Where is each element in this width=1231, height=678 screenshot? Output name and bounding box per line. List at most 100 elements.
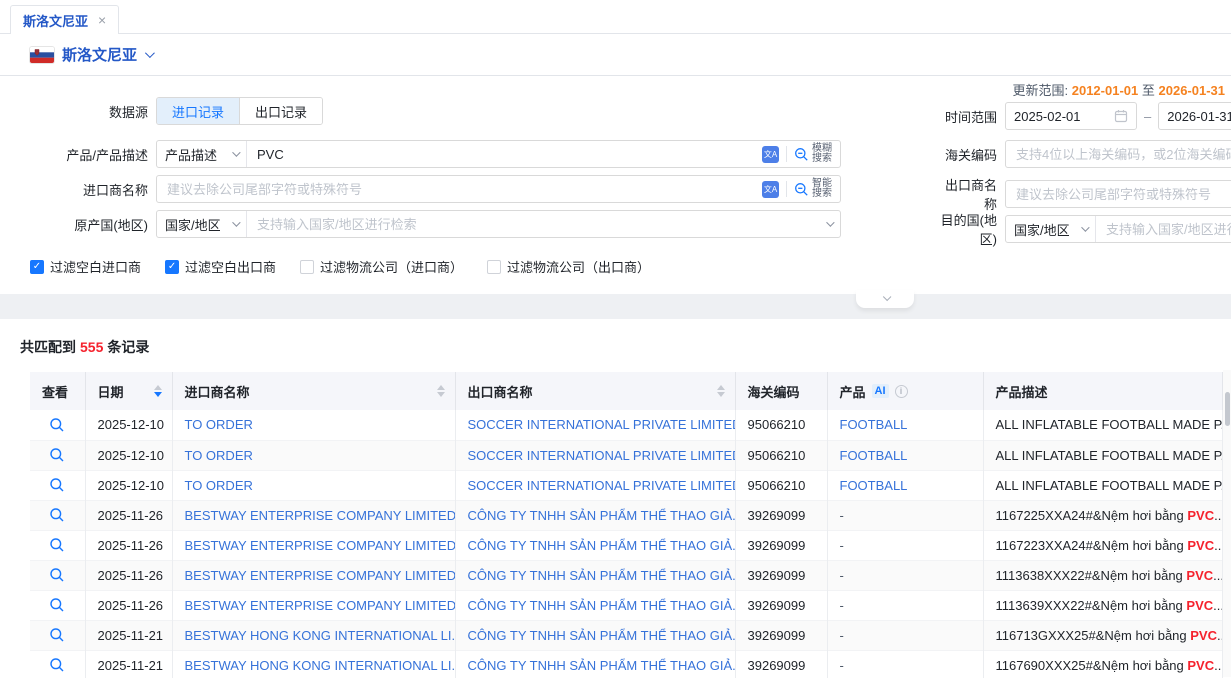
product-link[interactable]: - [840,598,844,613]
filter-checkbox-row: ✓ 过滤空白进口商 ✓ 过滤空白出口商 ✓ 过滤物流公司（进口商） ✓ 过滤物流… [30,257,650,276]
magnifier-icon [794,182,809,197]
exporter-link[interactable]: CÔNG TY TNHH SẢN PHẨM THỂ THAO GIẢ... [468,628,736,643]
importer-link[interactable]: BESTWAY HONG KONG INTERNATIONAL LI... [185,628,456,643]
cell-hs-code: 39269099 [735,530,827,560]
tab-close-icon[interactable]: × [98,13,106,27]
tab-import-records[interactable]: 进口记录 [157,98,239,124]
checkbox-filter-blank-importer[interactable]: ✓ 过滤空白进口商 [30,257,141,276]
product-link[interactable]: FOOTBALL [840,417,908,432]
date-from-input[interactable]: 2025-02-01 [1005,102,1137,130]
product-link[interactable]: - [840,508,844,523]
exporter-link[interactable]: CÔNG TY TNHH SẢN PHẨM THỂ THAO GIẢ... [468,568,736,583]
view-record-icon[interactable] [49,537,65,553]
table-row: 2025-11-21 BESTWAY HONG KONG INTERNATION… [30,650,1222,678]
view-record-icon[interactable] [49,477,65,493]
product-link[interactable]: - [840,658,844,673]
exporter-link[interactable]: CÔNG TY TNHH SẢN PHẨM THỂ THAO GIẢ... [468,658,736,673]
importer-search-control: 文A 智能 搜索 [156,175,841,203]
importer-link[interactable]: BESTWAY ENTERPRISE COMPANY LIMITED [185,598,456,613]
column-header-label: 日期 [98,382,124,401]
checkbox-filter-logistics-importer[interactable]: ✓ 过滤物流公司（进口商） [300,257,463,276]
description-highlight: PVC [1187,508,1214,523]
checkbox-filter-logistics-exporter[interactable]: ✓ 过滤物流公司（出口商） [487,257,650,276]
exporter-link[interactable]: CÔNG TY TNHH SẢN PHẨM THỂ THAO GIẢ... [468,508,736,523]
smart-search-button[interactable]: 智能 搜索 [794,179,832,200]
filter-panel: 更新范围: 2012-01-01 至 2026-01-31 数据源 进口记录 出… [0,76,1231,294]
view-record-icon[interactable] [49,597,65,613]
cell-hs-code: 39269099 [735,650,827,678]
cell-description: 1113639XXX22#&Nệm hơi bằng PVC... [983,590,1222,620]
checkbox-icon: ✓ [30,260,44,274]
destination-country-type-value: 国家/地区 [1014,220,1070,239]
product-link[interactable]: - [840,568,844,583]
cell-hs-code: 39269099 [735,500,827,530]
tab-export-records[interactable]: 出口记录 [239,98,322,124]
importer-name-input[interactable] [157,176,754,202]
product-link[interactable]: FOOTBALL [840,478,908,493]
exporter-link[interactable]: SOCCER INTERNATIONAL PRIVATE LIMITED [468,448,736,463]
product-type-select[interactable]: 产品描述 [157,141,247,167]
column-header-date[interactable]: 日期 [85,372,172,410]
product-link[interactable]: - [840,628,844,643]
column-header-importer[interactable]: 进口商名称 [172,372,455,410]
chevron-down-icon[interactable] [145,48,155,58]
chevron-down-icon[interactable] [826,218,834,226]
cell-description: 1167690XXX25#&Nệm hơi bằng PVC... [983,650,1222,678]
table-row: 2025-12-10 TO ORDER SOCCER INTERNATIONAL… [30,410,1222,440]
collapse-filters-button[interactable] [856,290,914,308]
importer-link[interactable]: BESTWAY ENTERPRISE COMPANY LIMITED [185,508,456,523]
column-header-description: 产品描述 [983,372,1222,410]
column-header-exporter[interactable]: 出口商名称 [455,372,735,410]
origin-country-type-select[interactable]: 国家/地区 [157,211,247,237]
translate-icon[interactable]: 文A [762,146,779,163]
importer-link[interactable]: TO ORDER [185,478,253,493]
destination-country-label: 目的国(地区) [935,210,997,248]
hs-code-label: 海关编码 [935,145,997,164]
origin-country-input[interactable] [247,211,818,237]
tab-slovenia[interactable]: 斯洛文尼亚 × [10,5,119,34]
product-search-control: 产品描述 文A 模糊 搜索 [156,140,841,168]
calendar-icon [1114,109,1128,123]
info-icon[interactable]: i [895,385,908,398]
checkbox-filter-blank-exporter[interactable]: ✓ 过滤空白出口商 [165,257,276,276]
product-link[interactable]: - [840,538,844,553]
importer-link[interactable]: TO ORDER [185,417,253,432]
exporter-link[interactable]: CÔNG TY TNHH SẢN PHẨM THỂ THAO GIẢ... [468,598,736,613]
translate-icon[interactable]: 文A [762,181,779,198]
exporter-name-input[interactable] [1006,181,1231,207]
cell-hs-code: 39269099 [735,620,827,650]
column-header-label: 进口商名称 [185,382,250,401]
sort-icon-date[interactable] [154,385,162,397]
view-record-icon[interactable] [49,657,65,673]
exporter-link[interactable]: SOCCER INTERNATIONAL PRIVATE LIMITED [468,478,736,493]
importer-link[interactable]: BESTWAY ENTERPRISE COMPANY LIMITED [185,538,456,553]
exporter-link[interactable]: CÔNG TY TNHH SẢN PHẨM THỂ THAO GIẢ... [468,538,736,553]
vertical-scrollbar[interactable] [1223,370,1231,677]
fuzzy-search-button[interactable]: 模糊 搜索 [794,144,832,165]
destination-country-type-select[interactable]: 国家/地区 [1006,216,1096,242]
origin-country-type-value: 国家/地区 [165,215,221,234]
importer-link[interactable]: TO ORDER [185,448,253,463]
destination-country-input[interactable] [1096,216,1231,242]
product-link[interactable]: FOOTBALL [840,448,908,463]
description-highlight: PVC [1186,568,1213,583]
exporter-link[interactable]: SOCCER INTERNATIONAL PRIVATE LIMITED [468,417,736,432]
hs-code-input[interactable] [1006,141,1231,167]
importer-link[interactable]: BESTWAY ENTERPRISE COMPANY LIMITED [185,568,456,583]
view-record-icon[interactable] [49,627,65,643]
date-to-input[interactable]: 2026-01-31 [1158,102,1231,130]
scrollbar-thumb[interactable] [1225,392,1230,426]
description-text: 1167225XXA24#&Nệm hơi bằng [996,508,1188,523]
destination-country-control: 国家/地区 [1005,215,1231,243]
view-record-icon[interactable] [49,417,65,433]
view-record-icon[interactable] [49,567,65,583]
table-row: 2025-11-26 BESTWAY ENTERPRISE COMPANY LI… [30,530,1222,560]
product-search-input[interactable] [247,141,754,167]
importer-link[interactable]: BESTWAY HONG KONG INTERNATIONAL LI... [185,658,456,673]
sort-icon-exporter[interactable] [717,385,725,397]
view-record-icon[interactable] [49,447,65,463]
view-record-icon[interactable] [49,507,65,523]
sort-icon-importer[interactable] [437,385,445,397]
cell-date: 2025-11-26 [85,530,172,560]
tab-title: 斯洛文尼亚 [23,11,88,30]
